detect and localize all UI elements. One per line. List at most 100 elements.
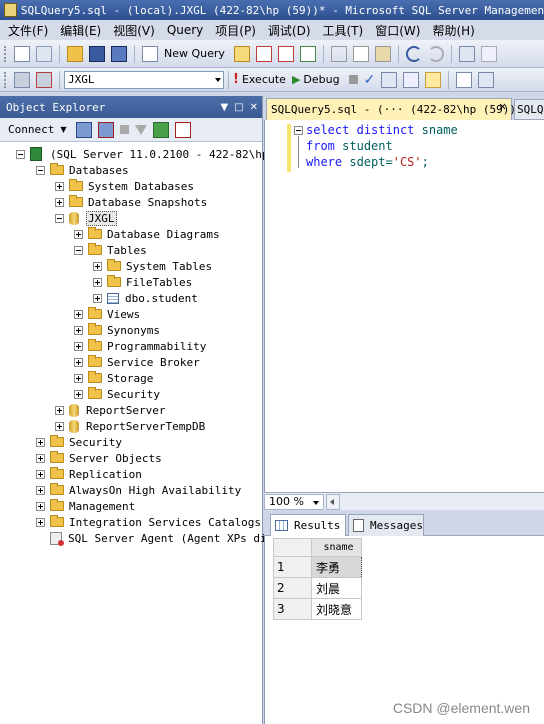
navigate-backward-icon[interactable]: [458, 45, 475, 62]
tree-node-databases[interactable]: Databases: [36, 162, 129, 178]
tree-node-sql-server-agent[interactable]: SQL Server Agent (Agent XPs dis: [50, 530, 273, 546]
connect-dropdown[interactable]: Connect: [8, 123, 54, 136]
database-select[interactable]: JXGL: [64, 70, 224, 89]
save-icon[interactable]: [89, 45, 105, 62]
navigate-forward-icon[interactable]: [480, 45, 497, 62]
scroll-left-button[interactable]: [326, 493, 340, 510]
display-estimated-plan-icon[interactable]: [381, 71, 398, 88]
row-number[interactable]: 1: [273, 556, 312, 578]
expand-icon[interactable]: [74, 373, 83, 383]
expand-icon[interactable]: [93, 261, 102, 271]
cancel-query-icon[interactable]: [348, 75, 358, 84]
tree-node-alwayson[interactable]: AlwaysOn High Availability: [36, 482, 241, 498]
save-all-icon[interactable]: [111, 45, 127, 62]
cut-icon[interactable]: [330, 45, 347, 62]
results-to-file-icon[interactable]: [478, 71, 495, 88]
row-number[interactable]: 2: [273, 577, 312, 599]
expand-icon[interactable]: [36, 469, 45, 479]
tab-results[interactable]: Results: [270, 514, 346, 536]
tab-sqlquery5[interactable]: SQLQuery5.sql - (··· (422-82\hp (59))* ✕: [266, 98, 523, 120]
open-file-icon[interactable]: [67, 45, 83, 62]
menu-file[interactable]: 文件(F): [4, 22, 56, 39]
tree-node-server-objects[interactable]: Server Objects: [36, 450, 162, 466]
menu-view[interactable]: 视图(V): [109, 22, 163, 39]
tree-node-system-databases[interactable]: System Databases: [55, 178, 194, 194]
new-query-button[interactable]: New Query: [164, 47, 225, 60]
mdx-query-icon[interactable]: [255, 45, 272, 62]
expand-icon[interactable]: [55, 421, 64, 431]
tab-sqlquery-other[interactable]: SQLQu: [514, 99, 544, 120]
tree-node-database-snapshots[interactable]: Database Snapshots: [55, 194, 207, 210]
redo-icon[interactable]: [427, 45, 444, 62]
result-cell[interactable]: 刘晨: [311, 577, 362, 599]
window-position-icon[interactable]: ▼: [220, 102, 228, 113]
tree-node-system-tables[interactable]: System Tables: [93, 258, 212, 274]
expand-icon[interactable]: [36, 517, 45, 527]
expand-icon[interactable]: [74, 229, 83, 239]
tree-node-dbo-student[interactable]: dbo.student: [93, 290, 198, 306]
tree-node-management[interactable]: Management: [36, 498, 135, 514]
tree-node-database-diagrams[interactable]: Database Diagrams: [74, 226, 220, 242]
copy-icon[interactable]: [352, 45, 369, 62]
result-cell[interactable]: 李勇: [311, 556, 362, 578]
expand-icon[interactable]: [74, 325, 83, 335]
chevron-down-icon[interactable]: ▼: [60, 125, 66, 134]
collapse-icon[interactable]: [16, 149, 25, 159]
collapse-icon[interactable]: [36, 165, 45, 175]
toolbar-grip[interactable]: [4, 71, 7, 88]
expand-icon[interactable]: [55, 181, 64, 191]
collapse-icon[interactable]: [294, 126, 303, 135]
expand-icon[interactable]: [36, 453, 45, 463]
expand-icon[interactable]: [36, 485, 45, 495]
close-icon[interactable]: ✕: [250, 102, 258, 113]
expand-icon[interactable]: [55, 405, 64, 415]
dmx-query-icon[interactable]: [277, 45, 294, 62]
parse-icon[interactable]: ✓: [364, 72, 376, 88]
refresh-icon[interactable]: [152, 121, 169, 138]
tree-node-filetables[interactable]: FileTables: [93, 274, 192, 290]
tree-node-integration-services[interactable]: Integration Services Catalogs: [36, 514, 261, 530]
query-designer-icon[interactable]: [403, 71, 420, 88]
filter-icon[interactable]: [134, 124, 147, 135]
tree-node-replication[interactable]: Replication: [36, 466, 142, 482]
tree-node-storage[interactable]: Storage: [74, 370, 153, 386]
expand-icon[interactable]: [74, 309, 83, 319]
disconnect-icon[interactable]: [36, 71, 52, 88]
menu-project[interactable]: 项目(P): [211, 22, 264, 39]
tree-node-views[interactable]: Views: [74, 306, 140, 322]
toolbar-grip[interactable]: [4, 45, 7, 62]
column-header-sname[interactable]: sname: [311, 538, 362, 557]
tree-node-reportservertempdb[interactable]: ReportServerTempDB: [55, 418, 205, 434]
tree-node-tables[interactable]: Tables: [74, 242, 147, 258]
paste-icon[interactable]: [374, 45, 391, 62]
tree-node-server[interactable]: (SQL Server 11.0.2100 - 422-82\hp: [16, 146, 269, 162]
stop-icon[interactable]: [119, 125, 129, 134]
undo-icon[interactable]: [405, 45, 422, 62]
menu-window[interactable]: 窗口(W): [371, 22, 428, 39]
expand-icon[interactable]: [93, 293, 102, 303]
menu-edit[interactable]: 编辑(E): [56, 22, 109, 39]
connect-object-explorer-icon[interactable]: [75, 121, 92, 138]
tab-messages[interactable]: Messages: [348, 514, 424, 536]
collapse-icon[interactable]: [74, 245, 83, 255]
execute-button[interactable]: Execute: [242, 73, 286, 86]
expand-icon[interactable]: [74, 389, 83, 399]
expand-icon[interactable]: [74, 357, 83, 367]
tree-node-programmability[interactable]: Programmability: [74, 338, 206, 354]
tree-node-reportserver[interactable]: ReportServer: [55, 402, 165, 418]
collapse-icon[interactable]: [55, 213, 64, 223]
menu-tools[interactable]: 工具(T): [319, 22, 372, 39]
menu-debug[interactable]: 调试(D): [264, 22, 319, 39]
corner-cell[interactable]: [273, 538, 312, 557]
disconnect-object-explorer-icon[interactable]: [97, 121, 114, 138]
tree-node-security[interactable]: Security: [36, 434, 122, 450]
expand-icon[interactable]: [36, 437, 45, 447]
activity-monitor-icon[interactable]: [174, 121, 191, 138]
tree-node-service-broker[interactable]: Service Broker: [74, 354, 200, 370]
menu-query[interactable]: Query: [163, 23, 211, 37]
expand-icon[interactable]: [93, 277, 102, 287]
menu-help[interactable]: 帮助(H): [428, 22, 482, 39]
expand-icon[interactable]: [36, 501, 45, 511]
results-to-grid-icon[interactable]: [425, 71, 442, 88]
tree-node-synonyms[interactable]: Synonyms: [74, 322, 160, 338]
